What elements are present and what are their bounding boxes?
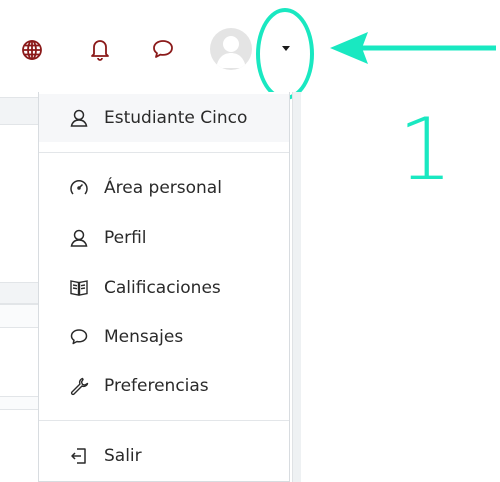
gradebook-icon (69, 278, 89, 298)
wrench-icon (69, 376, 89, 396)
chat-bubble-icon[interactable] (148, 34, 178, 64)
menu-item-label: Mensajes (104, 327, 184, 347)
menu-divider (39, 420, 289, 421)
background-panel (0, 304, 38, 328)
user-icon (69, 228, 89, 248)
background-panel (292, 92, 301, 482)
background-panel (0, 396, 38, 410)
menu-item-preferencias[interactable]: Preferencias (39, 362, 289, 410)
menu-item-calificaciones[interactable]: Calificaciones (39, 264, 289, 312)
menu-item-perfil[interactable]: Perfil (39, 214, 289, 262)
bell-icon[interactable] (85, 34, 115, 64)
menu-item-user-name[interactable]: Estudiante Cinco (39, 94, 289, 142)
message-icon (69, 327, 89, 347)
background-panel (0, 282, 38, 304)
annotation-number: 1 (398, 100, 453, 200)
top-navbar (0, 0, 500, 100)
menu-item-salir[interactable]: Salir (39, 432, 289, 480)
user-icon (69, 108, 89, 128)
user-dropdown-menu: Estudiante Cinco Área personal Perfil Ca… (38, 92, 290, 482)
globe-icon[interactable] (17, 35, 47, 65)
dashboard-gauge-icon (69, 178, 89, 198)
background-panel (0, 97, 38, 125)
menu-item-label: Área personal (104, 178, 222, 198)
annotation-arrow-icon (330, 32, 496, 64)
dropdown-highlight-circle (256, 8, 314, 100)
user-name-label: Estudiante Cinco (104, 108, 248, 128)
caret-down-icon[interactable] (282, 46, 290, 51)
menu-item-area-personal[interactable]: Área personal (39, 164, 289, 212)
logout-icon (69, 446, 89, 466)
menu-item-mensajes[interactable]: Mensajes (39, 313, 289, 361)
menu-item-label: Salir (104, 446, 142, 466)
menu-item-label: Perfil (104, 228, 147, 248)
menu-item-label: Calificaciones (104, 278, 221, 298)
menu-divider (39, 152, 289, 153)
menu-item-label: Preferencias (104, 376, 209, 396)
avatar[interactable] (210, 28, 252, 70)
